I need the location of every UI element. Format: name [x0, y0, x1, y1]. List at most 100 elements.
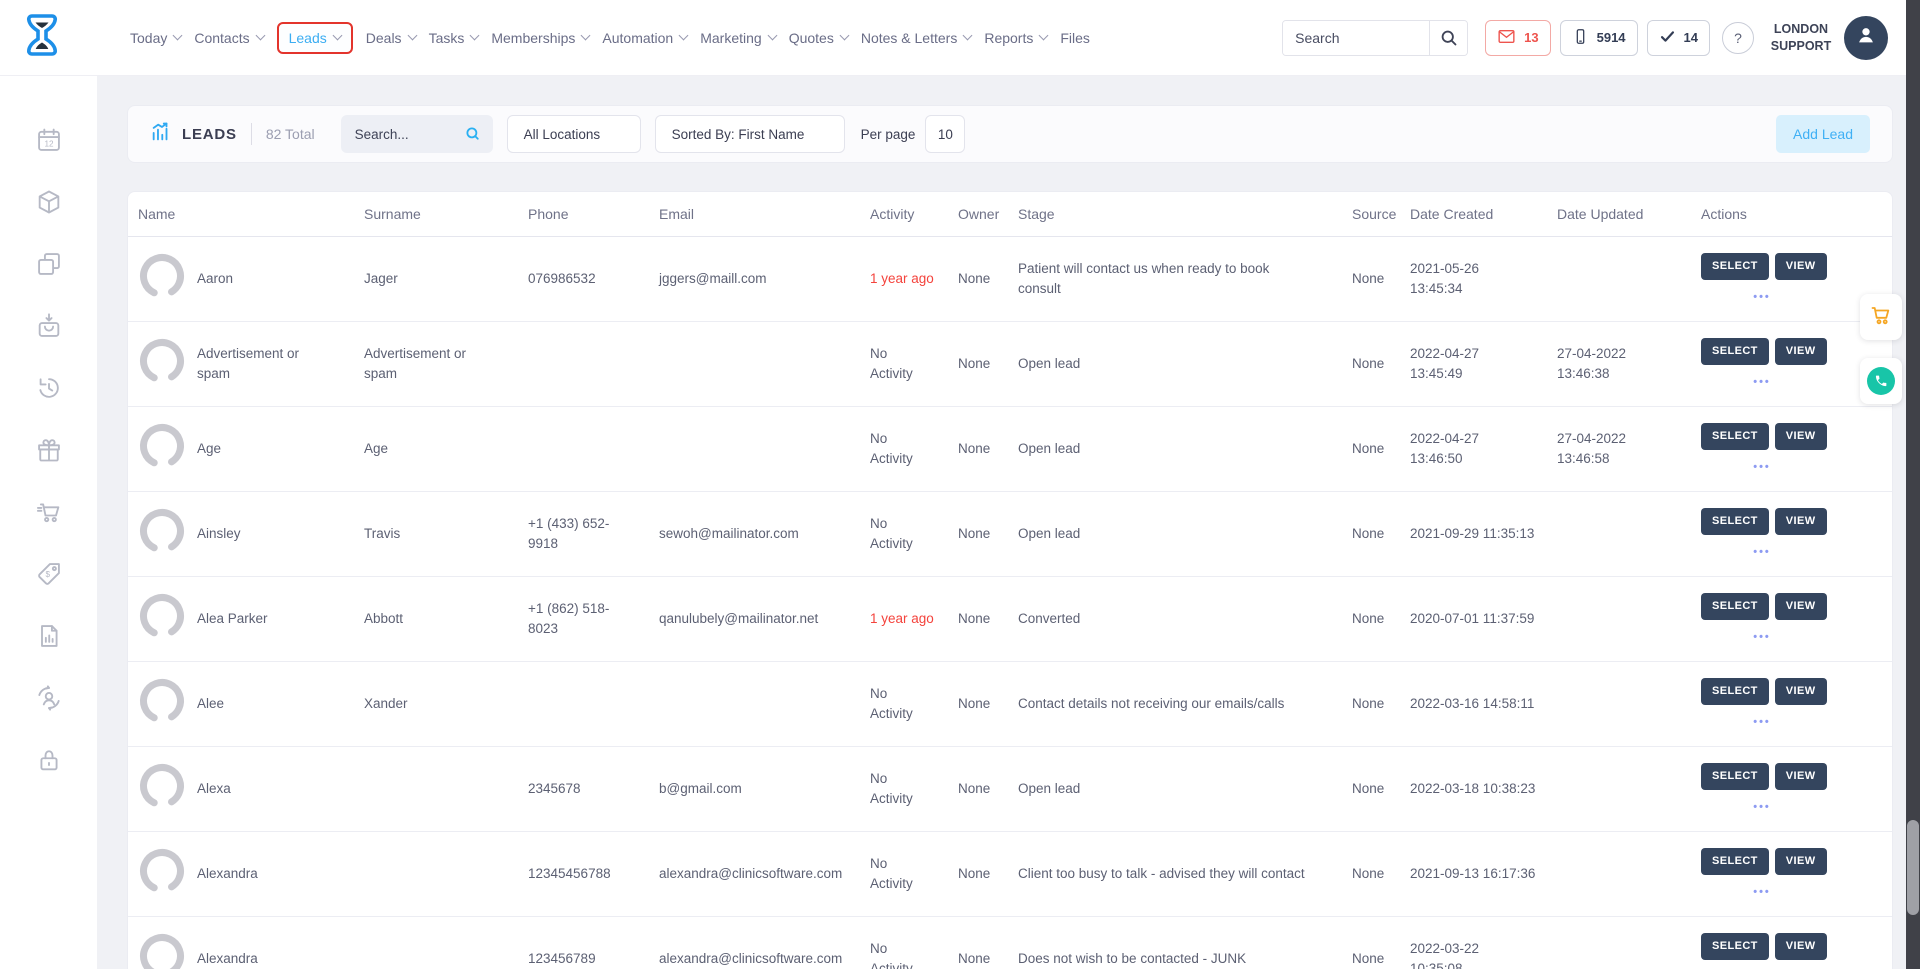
search-icon[interactable] [1429, 21, 1467, 55]
row-more-button[interactable]: ••• [1701, 459, 1823, 476]
cell-text: Alexa [197, 779, 329, 799]
cell-text: None [1352, 269, 1398, 289]
cell-text: None [1352, 779, 1398, 799]
add-lead-button[interactable]: Add Lead [1776, 115, 1870, 153]
select-button[interactable]: SELECT [1701, 593, 1769, 620]
row-more-button[interactable]: ••• [1701, 544, 1823, 561]
view-button[interactable]: VIEW [1775, 593, 1827, 620]
cell-source: None [1352, 269, 1410, 289]
select-button[interactable]: SELECT [1701, 253, 1769, 280]
column-header-owner: Owner [958, 204, 1018, 225]
view-button[interactable]: VIEW [1775, 253, 1827, 280]
cart-icon [1869, 303, 1893, 332]
row-more-button[interactable]: ••• [1701, 884, 1823, 901]
column-header-actions: Actions [1701, 204, 1892, 225]
phone-badge[interactable]: 5914 [1560, 20, 1638, 56]
app-logo[interactable] [22, 12, 62, 63]
per-page-select[interactable]: 10 [925, 115, 965, 153]
select-button[interactable]: SELECT [1701, 848, 1769, 875]
chevron-down-icon [839, 31, 849, 41]
chevron-down-icon [963, 31, 973, 41]
select-button[interactable]: SELECT [1701, 338, 1769, 365]
row-more-button[interactable]: ••• [1701, 289, 1823, 306]
cell-source: None [1352, 524, 1410, 544]
sidebar-history-icon[interactable] [35, 374, 63, 402]
sidebar-customer-sync-icon[interactable] [35, 684, 63, 712]
nav-item-marketing[interactable]: Marketing [700, 23, 775, 53]
cell-owner: None [958, 439, 1018, 459]
nav-item-leads[interactable]: Leads [277, 22, 353, 54]
cell-actions: SELECTVIEW ••• [1701, 848, 1892, 901]
cell-email: alexandra@clinicsoftware.com [659, 949, 870, 969]
floating-call-button[interactable] [1860, 358, 1902, 404]
select-button[interactable]: SELECT [1701, 423, 1769, 450]
nav-item-automation[interactable]: Automation [602, 23, 687, 53]
sidebar-bag-receive-icon[interactable] [35, 312, 63, 340]
select-button[interactable]: SELECT [1701, 678, 1769, 705]
lead-avatar [138, 458, 186, 473]
cell-owner: None [958, 609, 1018, 629]
cell-actions: SELECTVIEW ••• [1701, 423, 1892, 476]
cell-text: Jager [364, 269, 496, 289]
scrollbar-thumb[interactable] [1907, 820, 1919, 915]
view-button[interactable]: VIEW [1775, 338, 1827, 365]
cell-text: Patient will contact us when ready to bo… [1018, 259, 1340, 300]
view-button[interactable]: VIEW [1775, 423, 1827, 450]
sidebar-price-tag-icon[interactable]: $ [35, 560, 63, 588]
nav-item-quotes[interactable]: Quotes [789, 23, 848, 53]
row-more-button[interactable]: ••• [1701, 629, 1823, 646]
view-button[interactable]: VIEW [1775, 508, 1827, 535]
search-icon[interactable] [464, 125, 482, 148]
view-button[interactable]: VIEW [1775, 848, 1827, 875]
envelope-icon [1497, 28, 1516, 48]
sidebar-lock-icon[interactable] [35, 746, 63, 774]
tasks-badge[interactable]: 14 [1647, 20, 1710, 56]
cell-phone: 12345456788 [528, 864, 659, 884]
account-avatar[interactable] [1844, 16, 1888, 60]
sidebar-report-icon[interactable] [35, 622, 63, 650]
location-filter[interactable]: All Locations [507, 115, 641, 153]
nav-item-label: Today [130, 30, 167, 46]
cell-text: Alea Parker [197, 609, 329, 629]
view-button[interactable]: VIEW [1775, 678, 1827, 705]
floating-cart-button[interactable] [1860, 294, 1902, 340]
nav-item-label: Leads [289, 30, 327, 46]
nav-item-deals[interactable]: Deals [366, 23, 416, 53]
nav-item-reports[interactable]: Reports [984, 23, 1047, 53]
select-button[interactable]: SELECT [1701, 933, 1769, 960]
mail-badge[interactable]: 13 [1485, 20, 1550, 56]
cell-text: sewoh@mailinator.com [659, 524, 858, 544]
cell-text: 27-04-2022 13:46:38 [1557, 344, 1689, 385]
nav-item-today[interactable]: Today [130, 23, 181, 53]
nav-item-tasks[interactable]: Tasks [429, 23, 479, 53]
sidebar-package-icon[interactable] [35, 188, 63, 216]
sidebar-copy-icon[interactable] [35, 250, 63, 278]
global-search-input[interactable] [1283, 21, 1429, 55]
row-more-button[interactable]: ••• [1701, 714, 1823, 731]
cell-text: None [958, 354, 1006, 374]
help-button[interactable]: ? [1722, 22, 1754, 54]
cell-activity: No Activity [870, 429, 958, 470]
nav-item-memberships[interactable]: Memberships [491, 23, 589, 53]
view-button[interactable]: VIEW [1775, 763, 1827, 790]
hourglass-logo-icon [22, 12, 62, 63]
sidebar-gift-icon[interactable] [35, 436, 63, 464]
row-more-button[interactable]: ••• [1701, 799, 1823, 816]
cell-text: Advertisement or spam [197, 344, 329, 385]
nav-item-notes-letters[interactable]: Notes & Letters [861, 23, 972, 53]
select-button[interactable]: SELECT [1701, 763, 1769, 790]
nav-item-files[interactable]: Files [1060, 23, 1090, 53]
sidebar-calendar-icon[interactable]: 12 [35, 126, 63, 154]
cell-text: No Activity [870, 854, 928, 895]
cell-avatar [128, 677, 197, 731]
cell-name: Alexandra [197, 949, 364, 969]
select-button[interactable]: SELECT [1701, 508, 1769, 535]
row-more-button[interactable]: ••• [1701, 374, 1823, 391]
nav-item-label: Contacts [194, 30, 249, 46]
cell-text: Converted [1018, 609, 1340, 629]
nav-item-contacts[interactable]: Contacts [194, 23, 263, 53]
sort-filter[interactable]: Sorted By: First Name [655, 115, 845, 153]
view-button[interactable]: VIEW [1775, 933, 1827, 960]
page-title: LEADS [182, 126, 237, 143]
sidebar-cart-icon[interactable] [35, 498, 63, 526]
